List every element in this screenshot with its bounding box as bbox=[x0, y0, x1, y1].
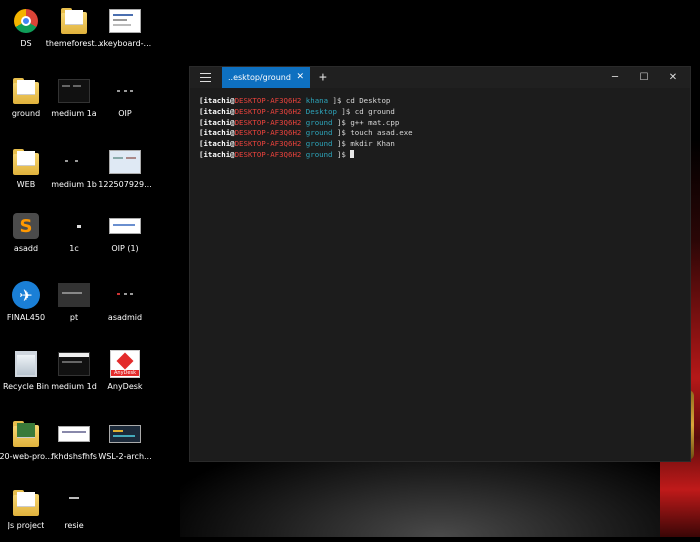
desktop-icon-asadmid[interactable]: asadmid bbox=[93, 274, 157, 334]
recycle-bin-icon bbox=[15, 351, 37, 377]
desktop-icon-label: medium 1b bbox=[51, 180, 97, 189]
desktop-icon-wsl-2-arch[interactable]: WSL-2-arch... bbox=[93, 413, 157, 473]
desktop-icon-xkeyboard[interactable]: xkeyboard-... bbox=[93, 0, 157, 60]
folder-icon bbox=[13, 490, 39, 516]
terminal-window[interactable]: ..esktop/ground ✕ + ─ ☐ ✕ [itachi@DESKTO… bbox=[189, 66, 691, 462]
desktop-icon-label: Js project bbox=[7, 521, 45, 530]
image-thumbnail-icon bbox=[63, 155, 85, 169]
image-thumbnail-icon bbox=[109, 218, 141, 234]
image-thumbnail-icon bbox=[58, 79, 90, 103]
folder-icon bbox=[13, 421, 39, 447]
desktop-icon-label: asadmid bbox=[107, 313, 143, 322]
text-cursor bbox=[350, 149, 355, 158]
desktop-icon-label: xkeyboard-... bbox=[98, 39, 152, 48]
menu-icon[interactable] bbox=[200, 73, 211, 82]
close-tab-icon[interactable]: ✕ bbox=[296, 67, 304, 88]
desktop-icon-label: medium 1d bbox=[51, 382, 97, 391]
minimize-button[interactable]: ─ bbox=[601, 67, 629, 88]
desktop-icon-label: 122507929... bbox=[98, 180, 152, 189]
folder-icon bbox=[13, 78, 39, 104]
desktop-icon-label: resie bbox=[64, 521, 84, 530]
image-thumbnail-icon bbox=[58, 426, 90, 442]
folder-icon bbox=[13, 149, 39, 175]
image-thumbnail-icon bbox=[66, 494, 82, 512]
image-thumbnail-icon bbox=[58, 283, 90, 307]
maximize-button[interactable]: ☐ bbox=[630, 67, 658, 88]
terminal-output[interactable]: [itachi@DESKTOP-AF3Q6H2 khana ]$ cd Desk… bbox=[199, 96, 684, 161]
desktop-icon-resie[interactable]: resie bbox=[42, 482, 106, 542]
terminal-prompt-line[interactable]: [itachi@DESKTOP-AF3Q6H2 ground ]$ bbox=[199, 149, 684, 161]
terminal-line: [itachi@DESKTOP-AF3Q6H2 khana ]$ cd Desk… bbox=[199, 96, 391, 105]
desktop-icon-label: pt bbox=[69, 313, 79, 322]
terminal-line: [itachi@DESKTOP-AF3Q6H2 Desktop ]$ cd gr… bbox=[199, 106, 395, 116]
sublime-text-icon: S bbox=[13, 213, 39, 239]
document-thumbnail-icon bbox=[109, 9, 141, 33]
close-button[interactable]: ✕ bbox=[659, 67, 687, 88]
desktop-icon-label: AnyDesk bbox=[107, 382, 143, 391]
desktop-icon-oip-1[interactable]: OIP (1) bbox=[93, 205, 157, 265]
desktop-icon-anydesk[interactable]: AnyDesk AnyDesk bbox=[93, 343, 157, 403]
desktop-icon-label: WEB bbox=[16, 180, 36, 189]
desktop-icon-label: asadd bbox=[13, 244, 39, 253]
new-tab-button[interactable]: + bbox=[319, 67, 327, 88]
terminal-line: [itachi@DESKTOP-AF3Q6H2 ground ]$ g++ ma… bbox=[199, 117, 400, 127]
tab-title: ..esktop/ground bbox=[228, 73, 291, 82]
desktop-icon-label: OIP (1) bbox=[111, 244, 139, 253]
openoffice-icon: ✈ bbox=[12, 281, 40, 309]
desktop-icon-122507929[interactable]: 122507929... bbox=[93, 141, 157, 201]
image-thumbnail-icon bbox=[109, 150, 141, 174]
desktop-icon-label: ground bbox=[11, 109, 41, 118]
desktop-icon-label: DS bbox=[20, 39, 32, 48]
desktop-icon-label: FINAL450 bbox=[6, 313, 46, 322]
image-thumbnail-icon bbox=[114, 84, 136, 98]
image-thumbnail-icon bbox=[63, 219, 85, 233]
desktop-icon-label: OIP bbox=[118, 109, 132, 118]
terminal-titlebar[interactable]: ..esktop/ground ✕ + ─ ☐ ✕ bbox=[190, 67, 690, 88]
desktop-icon-label: 1c bbox=[69, 244, 79, 253]
desktop-icon-label: fkhdshsfhfs bbox=[51, 452, 97, 461]
chrome-icon bbox=[14, 9, 38, 33]
tab-active[interactable]: ..esktop/ground ✕ bbox=[222, 67, 310, 88]
terminal-line: [itachi@DESKTOP-AF3Q6H2 ground ]$ mkdir … bbox=[199, 139, 395, 149]
image-thumbnail-icon bbox=[109, 425, 141, 443]
desktop-icon-oip[interactable]: OIP bbox=[93, 70, 157, 130]
desktop-icon-label: WSL-2-arch... bbox=[98, 452, 152, 461]
folder-icon bbox=[61, 8, 87, 34]
image-thumbnail-icon bbox=[58, 352, 90, 376]
image-thumbnail-icon bbox=[114, 288, 136, 302]
anydesk-icon: AnyDesk bbox=[110, 350, 140, 378]
terminal-line: [itachi@DESKTOP-AF3Q6H2 ground ]$ touch … bbox=[199, 128, 413, 138]
desktop-icon-label: medium 1a bbox=[51, 109, 97, 118]
